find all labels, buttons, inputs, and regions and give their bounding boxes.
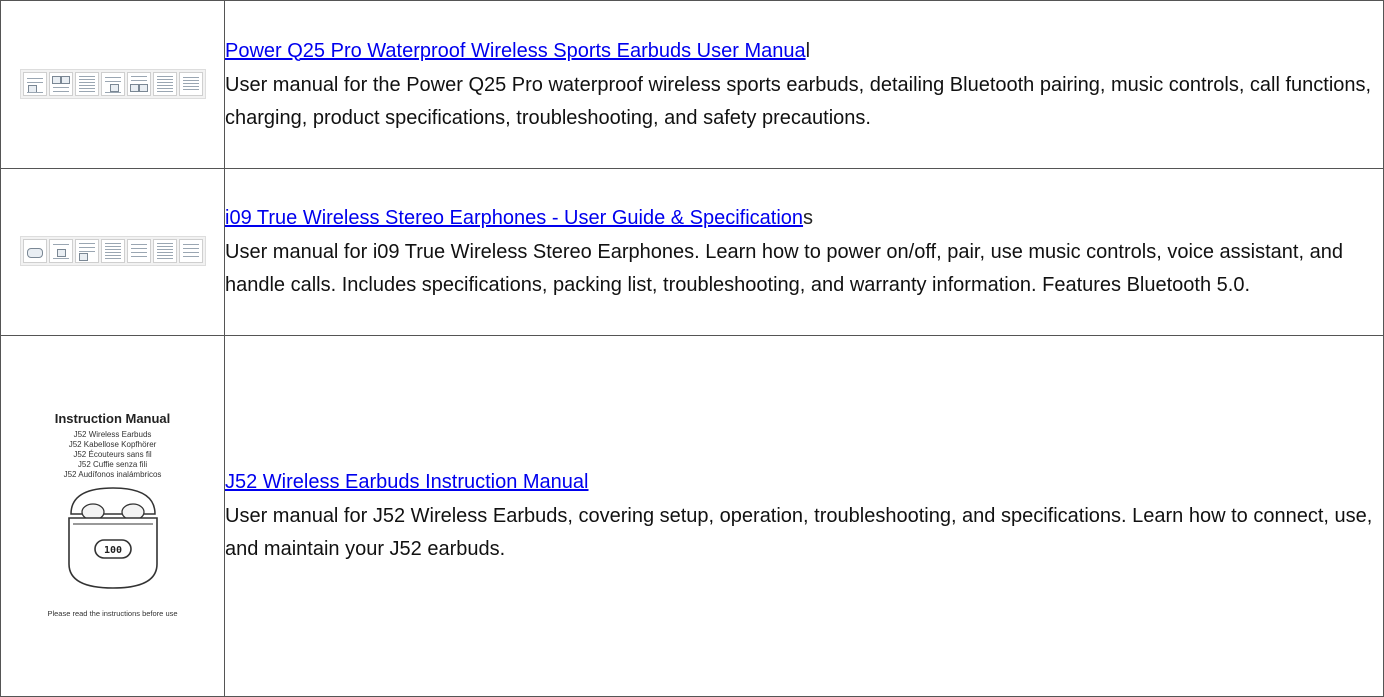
page-thumb	[152, 239, 177, 263]
table-row: Instruction Manual J52 Wireless Earbuds …	[0, 335, 1384, 697]
page-thumb	[74, 71, 99, 96]
page-thumb	[126, 239, 151, 263]
manual-description: User manual for the Power Q25 Pro waterp…	[225, 73, 1372, 129]
page-thumb	[48, 71, 73, 96]
earbuds-case-illustration: 100	[67, 487, 158, 589]
page-thumb	[22, 71, 47, 96]
page-thumb	[126, 71, 151, 96]
title-tail: s	[803, 207, 814, 229]
manuals-table: Power Q25 Pro Waterproof Wireless Sports…	[0, 0, 1384, 697]
page-thumb	[74, 239, 99, 263]
page-thumb	[152, 71, 177, 96]
manual-title-link[interactable]: J52 Wireless Earbuds Instruction Manual	[225, 466, 589, 498]
manual-description: User manual for i09 True Wireless Stereo…	[225, 241, 1343, 296]
page-thumb	[48, 239, 73, 263]
page-thumb	[100, 239, 125, 263]
page-thumb	[178, 71, 203, 96]
cover-line: J52 Cuffie senza fili	[77, 460, 148, 469]
manual-info-cell: Power Q25 Pro Waterproof Wireless Sports…	[224, 0, 1384, 169]
cover-heading: Instruction Manual	[54, 411, 171, 426]
manual-cover-thumbnail[interactable]: Instruction Manual J52 Wireless Earbuds …	[18, 411, 208, 618]
cover-line: J52 Écouteurs sans fil	[73, 450, 152, 459]
page-thumb	[100, 71, 125, 96]
manual-title-link[interactable]: Power Q25 Pro Waterproof Wireless Sports…	[225, 35, 806, 67]
thumbnail-cell: Instruction Manual J52 Wireless Earbuds …	[0, 335, 225, 697]
manual-thumbnail[interactable]	[19, 68, 206, 99]
manual-title-link[interactable]: i09 True Wireless Stereo Earphones - Use…	[225, 202, 803, 234]
table-row: i09 True Wireless Stereo Earphones - Use…	[0, 168, 1384, 336]
cover-line: J52 Audífonos inalámbricos	[63, 470, 162, 479]
manual-info-cell: i09 True Wireless Stereo Earphones - Use…	[224, 168, 1384, 336]
manual-description: User manual for J52 Wireless Earbuds, co…	[225, 505, 1373, 560]
manual-thumbnail[interactable]	[19, 236, 206, 266]
title-tail: l	[805, 39, 811, 62]
page-thumb	[22, 239, 47, 263]
page-thumb	[178, 239, 203, 263]
thumbnail-cell	[0, 0, 225, 169]
cover-line: J52 Kabellose Kopfhörer	[68, 440, 157, 449]
cover-line: J52 Wireless Earbuds	[73, 430, 152, 439]
table-row: Power Q25 Pro Waterproof Wireless Sports…	[0, 0, 1384, 169]
manual-info-cell: J52 Wireless Earbuds Instruction Manual …	[224, 335, 1384, 697]
thumbnail-cell	[0, 168, 225, 336]
cover-footer: Please read the instructions before use	[47, 609, 178, 618]
case-display-text: 100	[103, 545, 121, 556]
